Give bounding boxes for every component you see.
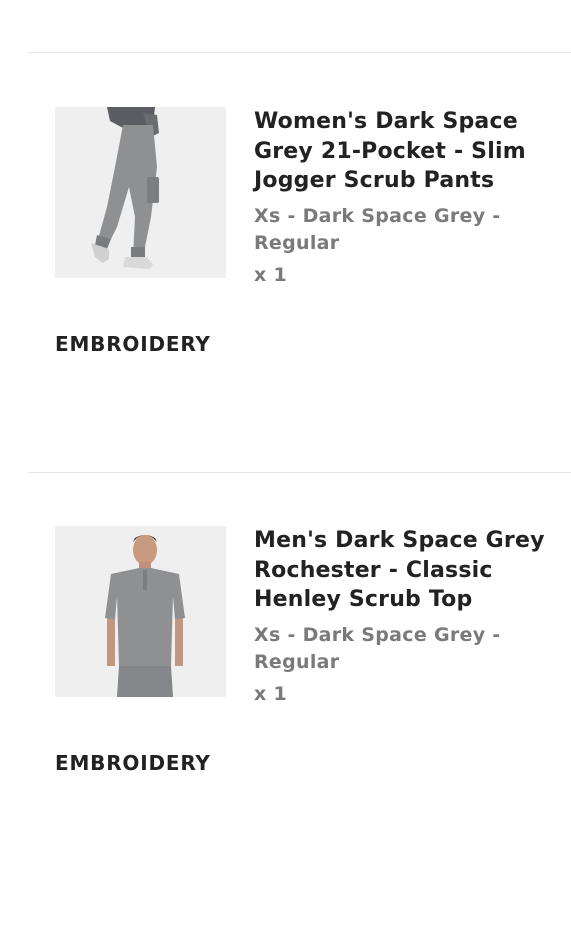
product-title[interactable]: Men's Dark Space Grey Rochester - Classi… [254, 526, 554, 615]
product-title[interactable]: Women's Dark Space Grey 21-Pocket - Slim… [254, 107, 554, 196]
item-divider [28, 472, 571, 473]
product-quantity: x 1 [254, 682, 287, 705]
product-variant: Xs - Dark Space Grey - Regular [254, 204, 501, 254]
cart-line-item: Women's Dark Space Grey 21-Pocket - Slim… [0, 107, 571, 507]
embroidery-link[interactable]: EMBROIDERY [55, 332, 211, 356]
product-quantity: x 1 [254, 263, 287, 286]
embroidery-link[interactable]: EMBROIDERY [55, 751, 211, 775]
product-info: Men's Dark Space Grey Rochester - Classi… [254, 526, 554, 705]
product-image[interactable] [55, 526, 226, 697]
product-image[interactable] [55, 107, 226, 278]
cart-line-item: Men's Dark Space Grey Rochester - Classi… [0, 526, 571, 926]
scrub-pants-photo-icon [55, 107, 226, 278]
product-info: Women's Dark Space Grey 21-Pocket - Slim… [254, 107, 554, 286]
product-variant: Xs - Dark Space Grey - Regular [254, 623, 501, 673]
top-divider [28, 52, 571, 53]
scrub-top-photo-icon [55, 526, 226, 697]
